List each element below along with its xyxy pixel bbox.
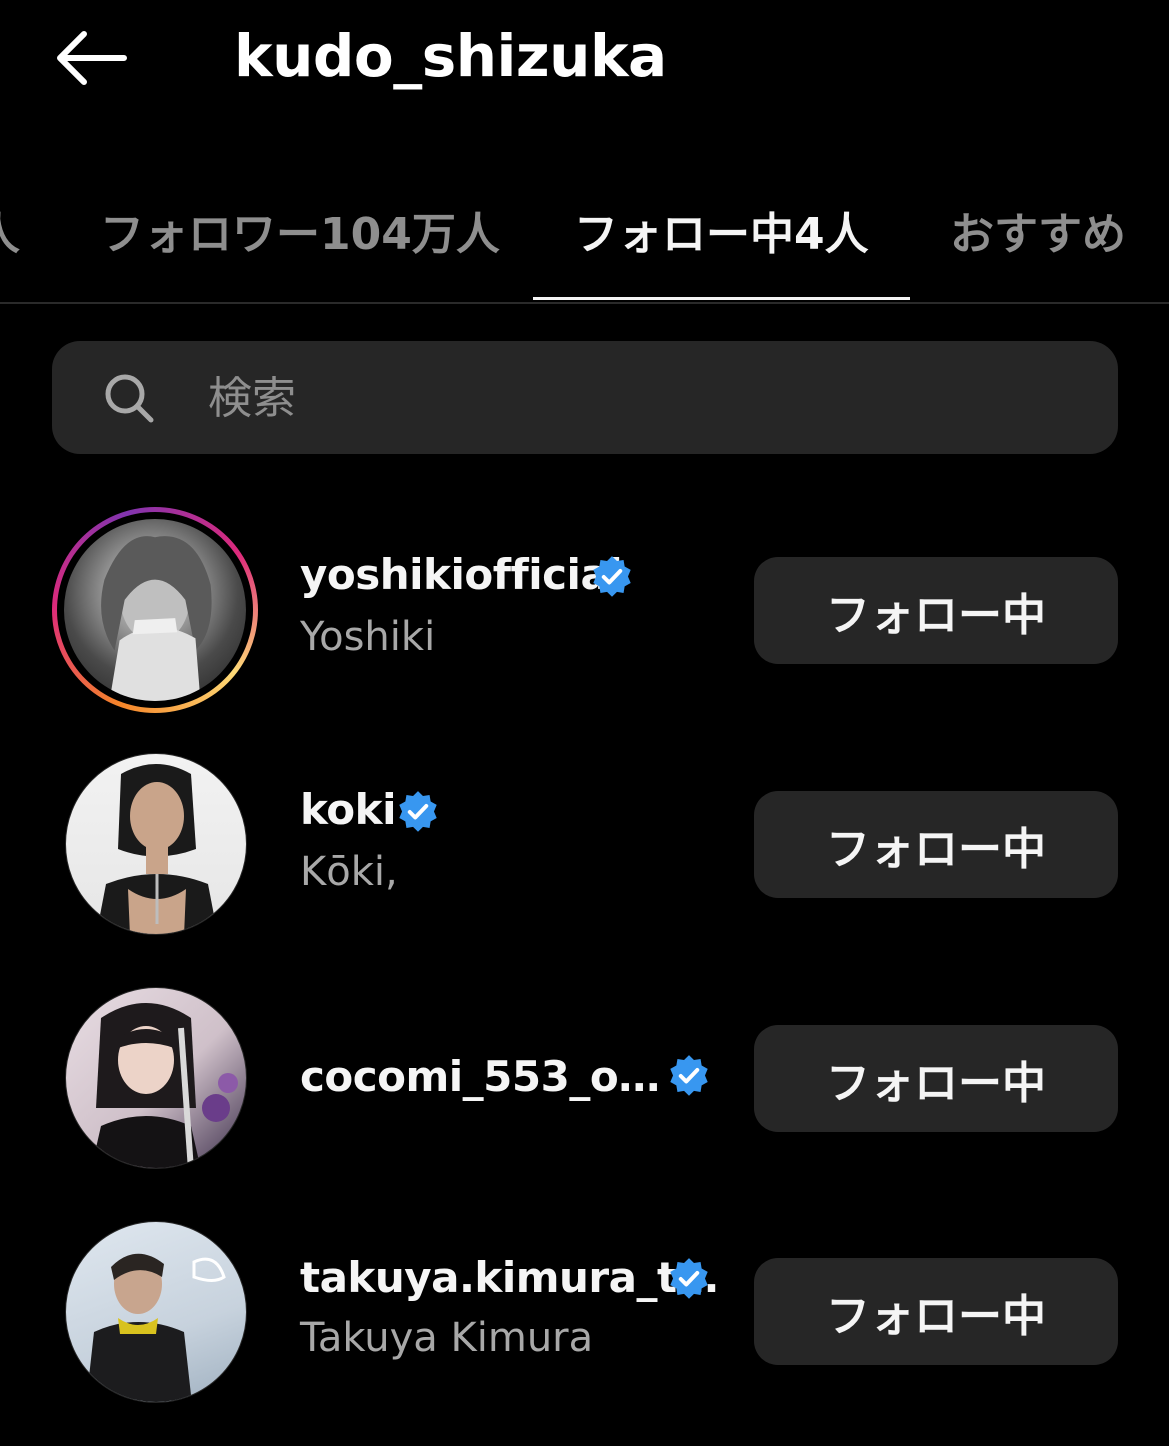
active-tab-indicator — [533, 297, 910, 300]
tab-following[interactable]: フォロー中4人 — [574, 198, 869, 272]
following-button[interactable]: フォロー中 — [754, 1025, 1118, 1132]
verified-badge-icon — [670, 1258, 708, 1299]
avatar[interactable] — [52, 507, 258, 713]
full-name: Kōki, — [300, 849, 398, 895]
username[interactable]: yoshikiofficial — [300, 547, 623, 603]
back-arrow-icon — [57, 31, 127, 85]
username[interactable]: takuya.kimura_t… — [300, 1250, 719, 1306]
top-bar: kudo_shizuka — [0, 0, 1169, 120]
following-button[interactable]: フォロー中 — [754, 791, 1118, 898]
avatar[interactable] — [65, 1221, 247, 1403]
search-icon — [105, 374, 154, 423]
verified-badge-icon — [399, 791, 437, 832]
list-item[interactable]: takuya.kimura_t… Takuya Kimura フォロー中 — [0, 1208, 1169, 1418]
following-button[interactable]: フォロー中 — [754, 1258, 1118, 1365]
verified-badge-icon — [593, 556, 631, 597]
list-item[interactable]: yoshikiofficial Yoshiki フォロー中 — [0, 505, 1169, 715]
profile-photo — [96, 764, 218, 934]
tab-followers[interactable]: フォロワー104万人 — [100, 198, 500, 272]
full-name: Yoshiki — [300, 614, 436, 660]
list-item[interactable]: cocomi_553_o… フォロー中 — [0, 975, 1169, 1185]
full-name: Takuya Kimura — [300, 1315, 594, 1361]
profile-photo — [91, 1003, 238, 1168]
avatar[interactable] — [65, 987, 247, 1169]
back-button[interactable] — [50, 26, 130, 90]
avatar[interactable] — [65, 753, 247, 935]
list-item[interactable]: koki Kōki, フォロー中 — [0, 740, 1169, 950]
tab-bar: 人 フォロワー104万人 フォロー中4人 おすすめ — [0, 170, 1169, 304]
tab-mutual[interactable]: 人 — [0, 198, 20, 272]
story-ring — [52, 507, 258, 713]
search-input[interactable] — [208, 360, 1088, 436]
following-button[interactable]: フォロー中 — [754, 557, 1118, 664]
profile-photo — [86, 1253, 226, 1402]
verified-badge-icon — [670, 1055, 708, 1096]
username[interactable]: koki — [300, 782, 397, 838]
tab-suggested[interactable]: おすすめ — [950, 198, 1126, 272]
page-title: kudo_shizuka — [234, 22, 667, 90]
username[interactable]: cocomi_553_o… — [300, 1049, 660, 1105]
profile-photo — [101, 536, 212, 701]
